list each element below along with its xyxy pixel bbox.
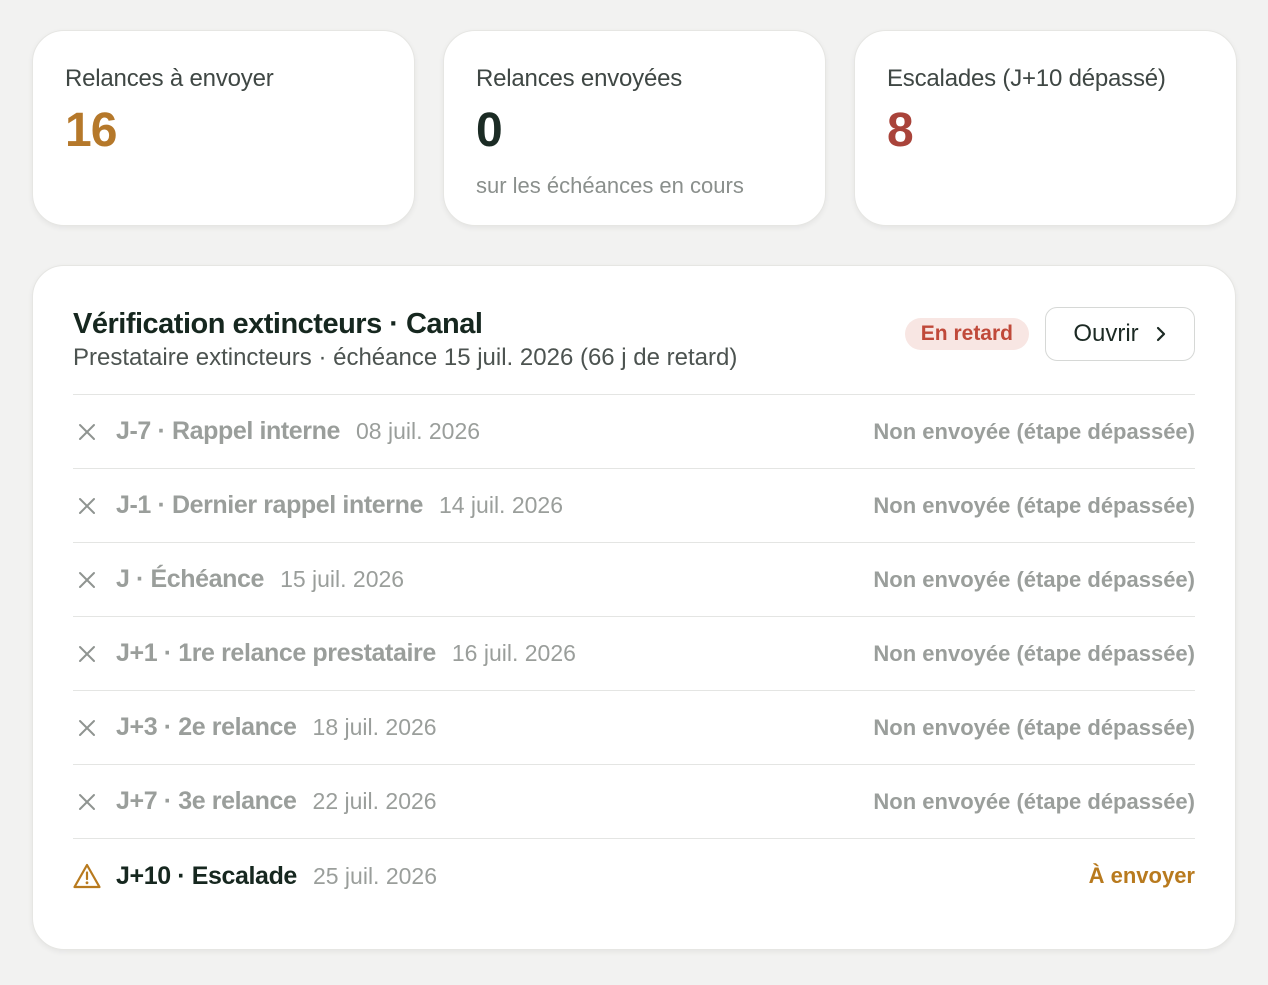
warning-icon [73,862,101,890]
reminder-status: Non envoyée (étape dépassée) [873,714,1195,740]
reminder-row: J+7 · 3e relance 22 juil. 2026 Non envoy… [73,765,1195,839]
open-button[interactable]: Ouvrir [1045,307,1195,361]
reminder-status: Non envoyée (étape dépassée) [873,418,1195,444]
reminder-date: 14 juil. 2026 [438,492,563,518]
stat-card-sent: Relances envoyées 0 sur les échéances en… [443,30,826,226]
reminder-row: J-7 · Rappel interne 08 juil. 2026 Non e… [73,395,1195,469]
reminder-title: J-1 · Dernier rappel interne [116,491,423,519]
reminder-date: 18 juil. 2026 [312,714,437,740]
stat-card-escalations: Escalades (J+10 dépassé) 8 [854,30,1237,226]
stat-label: Relances envoyées [476,65,683,92]
reminder-title: J+3 · 2e relance [116,713,297,741]
reminder-row: J+1 · 1re relance prestataire 16 juil. 2… [73,617,1195,691]
stat-label: Relances à envoyer [65,65,274,92]
open-button-label: Ouvrir [1073,320,1139,347]
reminder-title: J+1 · 1re relance prestataire [116,639,436,667]
close-icon [73,566,101,594]
reminder-title: J · Échéance [116,565,265,593]
close-icon [73,492,101,520]
reminder-title: J-7 · Rappel interne [116,417,340,445]
stat-card-to-send: Relances à envoyer 16 [32,30,415,226]
close-icon [73,640,101,668]
close-icon [73,418,101,446]
reminder-date: 08 juil. 2026 [356,418,481,444]
reminder-date: 16 juil. 2026 [451,640,576,666]
chevron-right-icon [1155,325,1167,343]
reminder-panel: Vérification extincteurs · Canal Prestat… [32,265,1236,950]
panel-header: Vérification extincteurs · Canal Prestat… [73,266,1195,394]
reminder-date: 15 juil. 2026 [280,566,405,592]
close-icon [73,788,101,816]
reminder-title: J+10 · Escalade [116,861,297,890]
reminder-date: 22 juil. 2026 [312,788,437,814]
reminder-status: Non envoyée (étape dépassée) [873,492,1195,518]
reminder-status: Non envoyée (étape dépassée) [873,566,1195,592]
reminder-row: J+10 · Escalade 25 juil. 2026 À envoyer [73,839,1195,913]
reminder-list: J-7 · Rappel interne 08 juil. 2026 Non e… [73,394,1195,913]
reminder-row: J-1 · Dernier rappel interne 14 juil. 20… [73,469,1195,543]
stat-label: Escalades (J+10 dépassé) [887,65,1166,92]
reminder-row: J · Échéance 15 juil. 2026 Non envoyée (… [73,543,1195,617]
panel-title: Vérification extincteurs · Canal [73,308,483,340]
panel-subtitle: Prestataire extincteurs · échéance 15 ju… [73,344,738,371]
close-icon [73,714,101,742]
stat-subtext: sur les échéances en cours [476,173,744,198]
reminder-status: Non envoyée (étape dépassée) [873,788,1195,814]
stat-value: 0 [476,104,503,157]
reminder-status: Non envoyée (étape dépassée) [873,640,1195,666]
reminder-status: À envoyer [1088,863,1195,888]
reminder-row: J+3 · 2e relance 18 juil. 2026 Non envoy… [73,691,1195,765]
stat-value: 8 [887,104,914,157]
stat-value: 16 [65,104,117,157]
reminder-date: 25 juil. 2026 [312,862,437,889]
status-badge: En retard [904,318,1029,350]
stats-row: Relances à envoyer 16 Relances envoyées … [32,30,1237,226]
reminder-title: J+7 · 3e relance [116,787,297,815]
